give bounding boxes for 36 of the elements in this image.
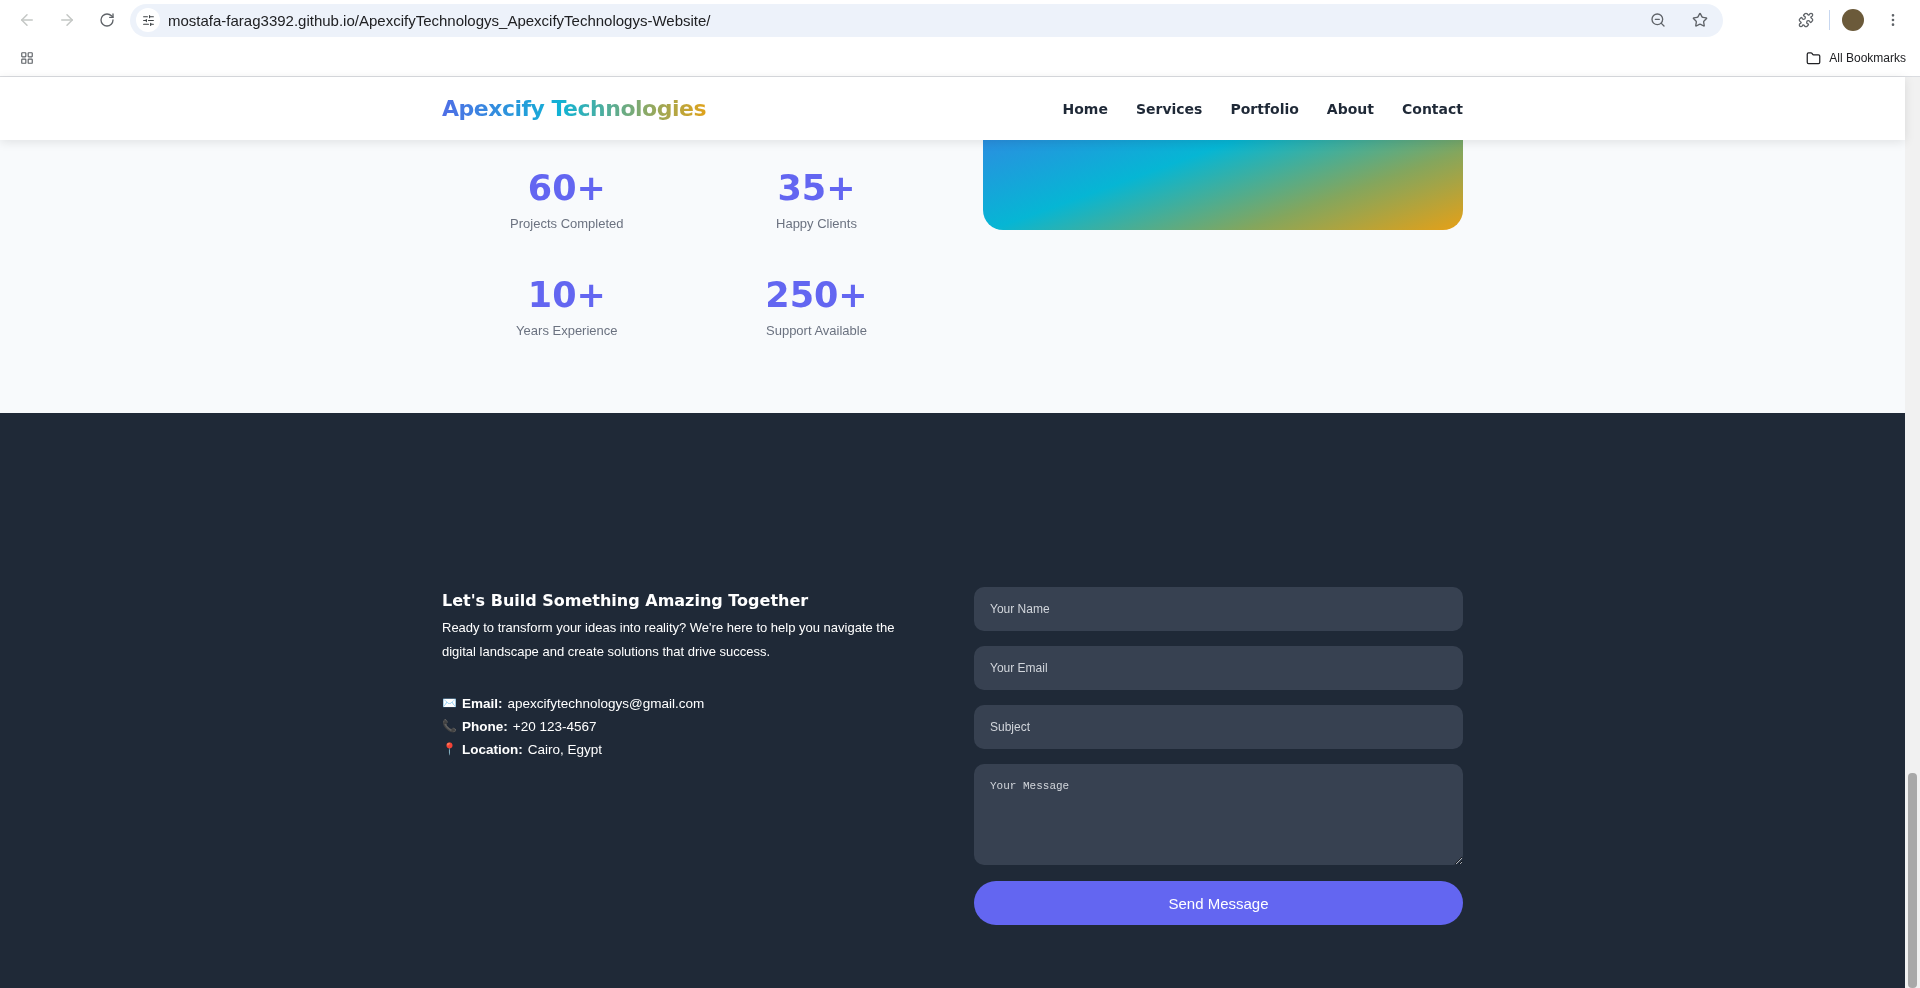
nav-link[interactable]: Home <box>1062 100 1108 117</box>
input-field[interactable]: Subject <box>974 705 1463 749</box>
stat-value: 35+ <box>777 168 856 208</box>
scrollbar[interactable] <box>1905 77 1920 988</box>
input-field[interactable]: Your Email <box>974 646 1463 690</box>
all-bookmarks-button[interactable]: All Bookmarks <box>1802 50 1910 66</box>
stat-value: 10+ <box>527 275 606 315</box>
contact-value: +20 123-4567 <box>512 718 597 736</box>
contact-label: Email: <box>462 695 503 713</box>
stat-label: Years Experience <box>516 323 618 338</box>
scrollbar-thumb[interactable] <box>1908 773 1917 988</box>
send-message-button[interactable]: Send Message <box>974 881 1463 925</box>
nav-link[interactable]: Portfolio <box>1230 100 1299 117</box>
stat-value: 60+ <box>527 168 606 208</box>
contact-icon: 📞 <box>442 715 457 738</box>
stat-label: Projects Completed <box>510 216 624 231</box>
nav-link[interactable]: Contact <box>1402 100 1463 117</box>
contact-label: Phone: <box>462 718 508 736</box>
site-info-icon[interactable] <box>136 8 160 32</box>
folder-icon <box>1806 50 1822 66</box>
contact-value: Cairo, Egypt <box>527 741 603 759</box>
input-field[interactable]: Your Name <box>974 587 1463 631</box>
nav-link[interactable]: Services <box>1135 100 1203 117</box>
nav-link[interactable]: About <box>1326 100 1374 117</box>
stat-label: Support Available <box>766 323 867 338</box>
message-field[interactable]: Your Message <box>974 764 1463 865</box>
contact-text: Ready to transform your ideas into reality? We're here to help you navigate the digital landscape and create solutions that drive success. <box>442 619 896 661</box>
contact-label: Location: <box>462 741 523 759</box>
contact-title: Let's Build Something Amazing Together <box>442 591 810 610</box>
stat-label: Happy Clients <box>776 216 857 231</box>
contact-icon: 📍 <box>442 738 457 761</box>
stat-value: 250+ <box>765 275 868 315</box>
address-bar[interactable]: mostafa-farag3392.github.io/ApexcifyTechnologys_ApexcifyTechnologys-Website/ <box>130 3 1723 37</box>
url-text: mostafa-farag3392.github.io/ApexcifyTechnologys_ApexcifyTechnologys-Website/ <box>168 11 712 29</box>
contact-icon: ✉ <box>442 692 457 715</box>
contact-value: apexcifytechnologys@gmail.com <box>507 695 705 713</box>
